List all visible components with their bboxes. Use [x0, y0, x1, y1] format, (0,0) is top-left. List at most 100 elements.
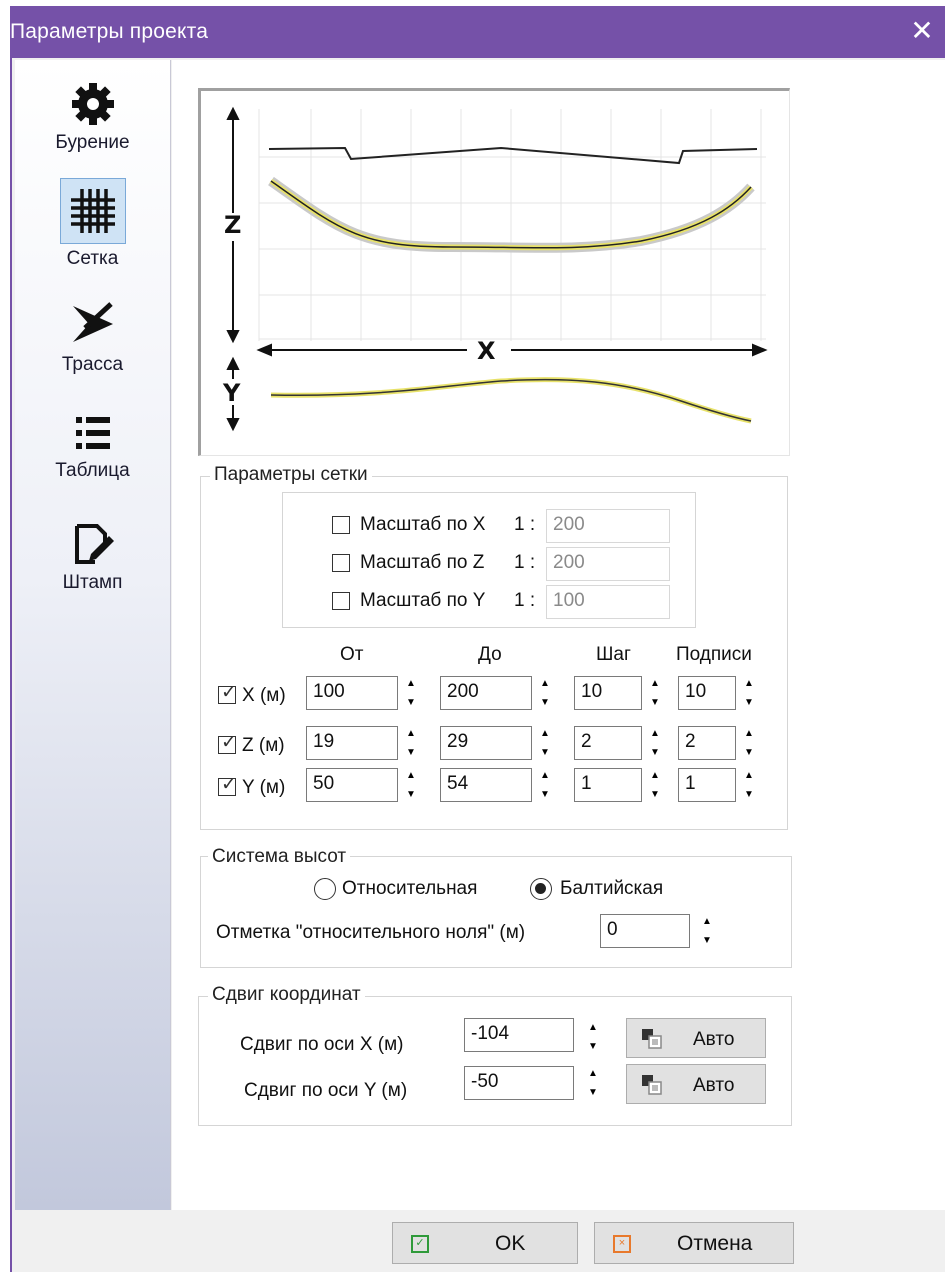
auto-fit-icon — [642, 1075, 662, 1095]
spin-up-icon[interactable]: ▲ — [534, 674, 556, 693]
row-y-from-input[interactable]: 50 — [306, 768, 398, 802]
shift-y-input[interactable]: -50 — [464, 1066, 574, 1100]
row-z-from-input[interactable]: 19 — [306, 726, 398, 760]
row-y-step-spinner[interactable]: ▲ ▼ — [644, 766, 666, 804]
spin-down-icon[interactable]: ▼ — [400, 693, 422, 712]
sidebar-item-drilling[interactable]: Бурение — [15, 80, 170, 154]
spin-up-icon[interactable]: ▲ — [696, 912, 718, 931]
scale-y-checkbox[interactable] — [332, 592, 350, 610]
scale-z-ratio: 1 : — [514, 552, 536, 573]
spin-down-icon[interactable]: ▼ — [400, 743, 422, 762]
spin-up-icon[interactable]: ▲ — [534, 766, 556, 785]
sidebar-item-label: Бурение — [55, 132, 130, 153]
scale-x-label: Масштаб по X — [360, 514, 486, 535]
spin-down-icon[interactable]: ▼ — [534, 785, 556, 804]
window-border — [10, 58, 12, 1272]
row-x-labels-spinner[interactable]: ▲ ▼ — [738, 674, 760, 712]
spin-up-icon[interactable]: ▲ — [738, 674, 760, 693]
checkmark-icon: ✓ — [221, 774, 237, 795]
spin-down-icon[interactable]: ▼ — [738, 743, 760, 762]
spin-up-icon[interactable]: ▲ — [400, 674, 422, 693]
spin-down-icon[interactable]: ▼ — [534, 743, 556, 762]
row-z-labels-spinner[interactable]: ▲ ▼ — [738, 724, 760, 762]
row-x-step-spinner[interactable]: ▲ ▼ — [644, 674, 666, 712]
scale-z-input[interactable]: 200 — [546, 547, 670, 581]
spin-down-icon[interactable]: ▼ — [644, 743, 666, 762]
row-y-step-input[interactable]: 1 — [574, 768, 642, 802]
title-bar: Параметры проекта ✕ — [10, 6, 945, 58]
row-x-checkbox[interactable]: ✓ — [218, 682, 237, 704]
baltic-radio[interactable] — [530, 878, 552, 900]
row-x-from-spinner[interactable]: ▲ ▼ — [400, 674, 422, 712]
grid-params-legend: Параметры сетки — [210, 464, 372, 486]
row-z-to-spinner[interactable]: ▲ ▼ — [534, 724, 556, 762]
checkmark-icon: ✓ — [221, 682, 237, 703]
row-x-labels-input[interactable]: 10 — [678, 676, 736, 710]
row-z-checkbox[interactable]: ✓ — [218, 733, 237, 754]
row-y-labels-spinner[interactable]: ▲ ▼ — [738, 766, 760, 804]
row-y-labels-input[interactable]: 1 — [678, 768, 736, 802]
scale-x-ratio: 1 : — [514, 514, 536, 535]
spin-up-icon[interactable]: ▲ — [534, 724, 556, 743]
auto-fit-icon — [642, 1029, 662, 1049]
sidebar-item-route[interactable]: Трасса — [15, 298, 170, 376]
shift-y-spinner[interactable]: ▲ ▼ — [582, 1064, 604, 1102]
spin-down-icon[interactable]: ▼ — [582, 1037, 604, 1056]
sidebar-item-grid[interactable]: Сетка — [15, 178, 170, 270]
row-x-to-spinner[interactable]: ▲ ▼ — [534, 674, 556, 712]
spin-down-icon[interactable]: ▼ — [644, 785, 666, 804]
spin-down-icon[interactable]: ▼ — [696, 931, 718, 950]
row-z-from-spinner[interactable]: ▲ ▼ — [400, 724, 422, 762]
spin-down-icon[interactable]: ▼ — [644, 693, 666, 712]
close-icon[interactable]: ✕ — [907, 16, 937, 46]
spin-up-icon[interactable]: ▲ — [738, 766, 760, 785]
spin-up-icon[interactable]: ▲ — [582, 1064, 604, 1083]
spin-down-icon[interactable]: ▼ — [400, 785, 422, 804]
row-z-to-input[interactable]: 29 — [440, 726, 532, 760]
scale-z-checkbox[interactable] — [332, 554, 350, 572]
row-x-to-input[interactable]: 200 — [440, 676, 532, 710]
grid-preview: Z X Y — [198, 88, 790, 456]
spin-up-icon[interactable]: ▲ — [738, 724, 760, 743]
sidebar-item-stamp[interactable]: Штамп — [15, 520, 170, 594]
row-z-label: Z (м) — [242, 735, 285, 756]
row-z-step-input[interactable]: 2 — [574, 726, 642, 760]
row-x-step-input[interactable]: 10 — [574, 676, 642, 710]
spin-up-icon[interactable]: ▲ — [644, 766, 666, 785]
scale-y-input[interactable]: 100 — [546, 585, 670, 619]
ok-button[interactable]: ✓ OK — [392, 1222, 578, 1264]
col-header-from: От — [340, 644, 364, 665]
spin-down-icon[interactable]: ▼ — [534, 693, 556, 712]
row-x-from-input[interactable]: 100 — [306, 676, 398, 710]
shift-x-spinner[interactable]: ▲ ▼ — [582, 1018, 604, 1056]
row-z-labels-input[interactable]: 2 — [678, 726, 736, 760]
shift-x-input[interactable]: -104 — [464, 1018, 574, 1052]
row-z-step-spinner[interactable]: ▲ ▼ — [644, 724, 666, 762]
row-y-to-spinner[interactable]: ▲ ▼ — [534, 766, 556, 804]
cancel-button[interactable]: × Отмена — [594, 1222, 794, 1264]
shift-x-label: Сдвиг по оси X (м) — [240, 1034, 404, 1055]
auto-button-label: Авто — [693, 1075, 735, 1096]
spin-down-icon[interactable]: ▼ — [582, 1083, 604, 1102]
spin-up-icon[interactable]: ▲ — [400, 766, 422, 785]
spin-up-icon[interactable]: ▲ — [582, 1018, 604, 1037]
spin-up-icon[interactable]: ▲ — [400, 724, 422, 743]
spin-up-icon[interactable]: ▲ — [644, 724, 666, 743]
scale-y-label: Масштаб по Y — [360, 590, 486, 611]
zero-mark-input[interactable]: 0 — [600, 914, 690, 948]
row-y-checkbox[interactable]: ✓ — [218, 774, 237, 796]
row-y-from-spinner[interactable]: ▲ ▼ — [400, 766, 422, 804]
shift-y-auto-button[interactable]: Авто — [626, 1064, 766, 1104]
spin-down-icon[interactable]: ▼ — [738, 785, 760, 804]
spin-down-icon[interactable]: ▼ — [738, 693, 760, 712]
relative-radio[interactable] — [314, 878, 336, 900]
spin-up-icon[interactable]: ▲ — [644, 674, 666, 693]
shift-x-auto-button[interactable]: Авто — [626, 1018, 766, 1058]
coordinate-shift-legend: Сдвиг координат — [208, 984, 365, 1006]
zero-mark-spinner[interactable]: ▲ ▼ — [696, 912, 718, 950]
scale-x-input[interactable]: 200 — [546, 509, 670, 543]
row-y-to-input[interactable]: 54 — [440, 768, 532, 802]
scale-x-checkbox[interactable] — [332, 516, 350, 534]
sidebar-item-table[interactable]: Таблица — [15, 410, 170, 482]
cancel-x-icon: × — [613, 1235, 631, 1253]
